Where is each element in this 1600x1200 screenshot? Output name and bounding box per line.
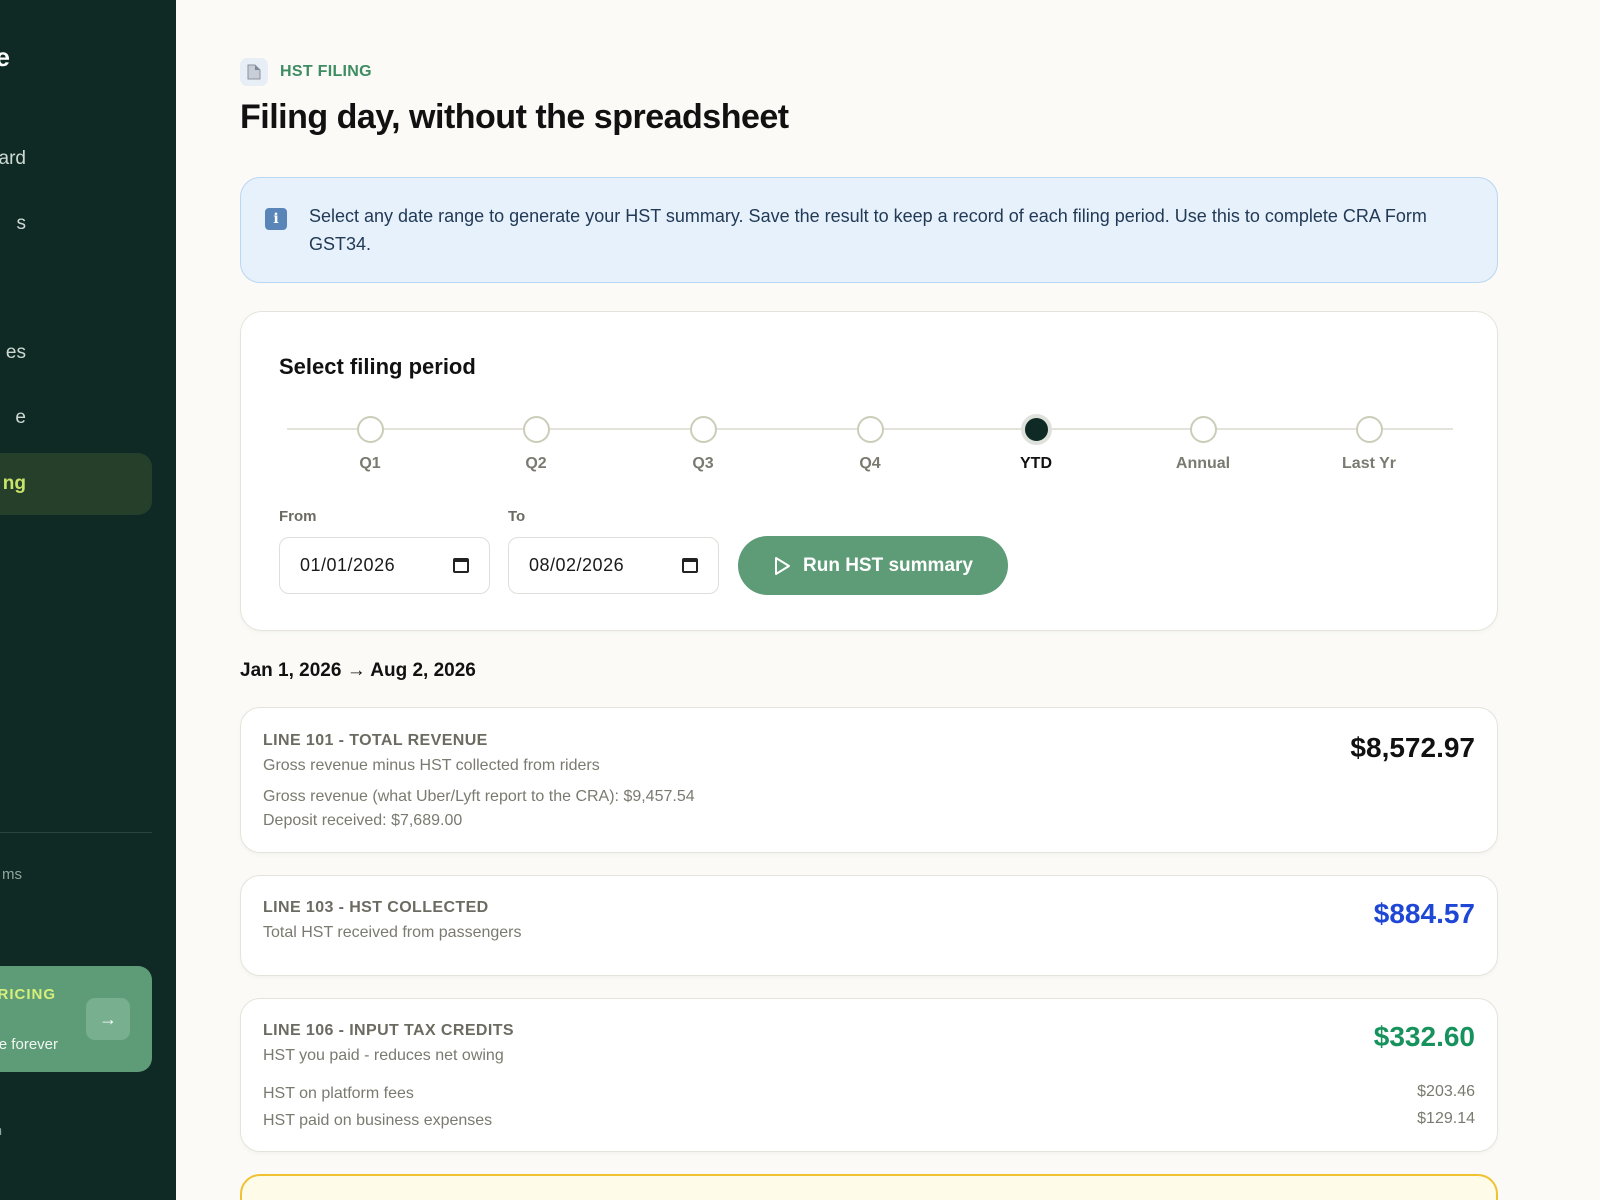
line-101-gross-revenue: Gross revenue (what Uber/Lyft report to … bbox=[263, 788, 695, 805]
run-button-label: Run HST summary bbox=[803, 554, 973, 576]
line-101-amount: $8,572.97 bbox=[1350, 732, 1475, 763]
page-eyebrow: HST FILING bbox=[240, 57, 372, 87]
line-103-card: LINE 103 - HST COLLECTED Total HST recei… bbox=[240, 875, 1498, 976]
sidebar-item-dashboard[interactable]: ard bbox=[0, 128, 152, 190]
period-step-q2[interactable]: Q2 bbox=[486, 412, 586, 473]
from-date-value: 01/01/2026 bbox=[300, 555, 396, 575]
play-icon bbox=[773, 556, 791, 576]
info-icon: i bbox=[265, 208, 287, 230]
to-date-input[interactable]: 08/02/2026 bbox=[508, 537, 719, 594]
line-101-deposit: Deposit received: $7,689.00 bbox=[263, 812, 463, 829]
net-tax-card bbox=[240, 1174, 1498, 1200]
step-dot[interactable] bbox=[356, 416, 384, 443]
filing-period-card: Select filing period Q1 Q2 Q3 Q4 YTD Ann… bbox=[240, 311, 1498, 631]
from-date-input[interactable]: 01/01/2026 bbox=[279, 537, 490, 594]
calendar-icon[interactable] bbox=[453, 558, 469, 573]
period-step-q4[interactable]: Q4 bbox=[820, 412, 920, 473]
sidebar-item-trips[interactable]: s bbox=[0, 193, 152, 255]
period-step-last-year[interactable]: Last Yr bbox=[1319, 412, 1419, 473]
eyebrow-label: HST FILING bbox=[280, 63, 372, 80]
period-step-q1[interactable]: Q1 bbox=[320, 412, 420, 473]
sidebar: e ard s es e ng ms G PRICING w ice forev… bbox=[0, 0, 176, 1200]
line-101-title: LINE 101 - TOTAL REVENUE bbox=[263, 732, 488, 749]
period-stepper: Q1 Q2 Q3 Q4 YTD Annual Last Yr bbox=[287, 412, 1453, 492]
sidebar-item-label: s bbox=[16, 213, 27, 234]
itc-row-value: $129.14 bbox=[1417, 1110, 1475, 1127]
period-step-annual[interactable]: Annual bbox=[1153, 412, 1253, 473]
line-101-subtitle: Gross revenue minus HST collected from r… bbox=[263, 757, 600, 774]
period-title: Select filing period bbox=[279, 354, 476, 379]
sidebar-item-income[interactable]: e bbox=[0, 387, 152, 449]
document-icon bbox=[240, 58, 268, 86]
period-step-q3[interactable]: Q3 bbox=[653, 412, 753, 473]
selected-date-range: Jan 1, 2026 → Aug 2, 2026 bbox=[240, 660, 476, 681]
to-label: To bbox=[508, 508, 526, 525]
step-dot[interactable] bbox=[522, 416, 550, 443]
sidebar-brand: e bbox=[0, 42, 10, 72]
step-label: Annual bbox=[1175, 455, 1231, 472]
sidebar-item-label: ng bbox=[2, 473, 26, 494]
promo-tag: G PRICING bbox=[0, 986, 56, 1003]
step-dot[interactable] bbox=[1189, 416, 1217, 443]
arrow-right-icon[interactable]: → bbox=[86, 998, 130, 1040]
promo-subtitle: ice forever bbox=[0, 1036, 58, 1053]
itc-row-label: HST on platform fees bbox=[263, 1085, 414, 1102]
sidebar-item-hst-filing[interactable]: ng bbox=[0, 453, 152, 515]
from-label: From bbox=[279, 508, 317, 525]
step-dot[interactable] bbox=[689, 416, 717, 443]
line-101-card: LINE 101 - TOTAL REVENUE Gross revenue m… bbox=[240, 707, 1498, 853]
period-step-ytd[interactable]: YTD bbox=[986, 412, 1086, 473]
itc-row-label: HST paid on business expenses bbox=[263, 1112, 493, 1129]
sidebar-item-expenses[interactable]: es bbox=[0, 322, 152, 384]
to-date-value: 08/02/2026 bbox=[529, 555, 625, 575]
page-title: Filing day, without the spreadsheet bbox=[240, 98, 789, 136]
pricing-promo-card[interactable]: G PRICING w ice forever → bbox=[0, 966, 152, 1072]
calendar-icon[interactable] bbox=[682, 558, 698, 573]
line-106-amount: $332.60 bbox=[1373, 1021, 1475, 1052]
step-label: Last Yr bbox=[1342, 455, 1396, 472]
step-dot[interactable] bbox=[1020, 414, 1052, 445]
line-106-title: LINE 106 - INPUT TAX CREDITS bbox=[263, 1022, 514, 1039]
step-label: Q4 bbox=[859, 455, 881, 472]
line-103-amount: $884.57 bbox=[1373, 898, 1475, 929]
sidebar-bottom-link[interactable]: n bbox=[0, 1122, 2, 1138]
step-label: Q2 bbox=[525, 455, 547, 472]
line-103-subtitle: Total HST received from passengers bbox=[263, 924, 522, 941]
itc-row-value: $203.46 bbox=[1417, 1083, 1475, 1100]
run-hst-summary-button[interactable]: Run HST summary bbox=[738, 536, 1008, 595]
step-label: YTD bbox=[1020, 455, 1052, 472]
step-dot[interactable] bbox=[856, 416, 884, 443]
sidebar-divider bbox=[0, 832, 152, 833]
line-106-subtitle: HST you paid - reduces net owing bbox=[263, 1047, 504, 1064]
step-label: Q3 bbox=[692, 455, 714, 472]
info-text: Select any date range to generate your H… bbox=[309, 206, 1427, 254]
step-label: Q1 bbox=[359, 455, 381, 472]
sidebar-item-label: e bbox=[15, 407, 26, 428]
sidebar-item-label: ard bbox=[0, 148, 26, 169]
line-106-card: LINE 106 - INPUT TAX CREDITS HST you pai… bbox=[240, 998, 1498, 1152]
sidebar-item-label: es bbox=[5, 342, 26, 363]
info-banner: i Select any date range to generate your… bbox=[240, 177, 1498, 283]
sidebar-link-terms[interactable]: ms bbox=[2, 866, 22, 883]
line-103-title: LINE 103 - HST COLLECTED bbox=[263, 899, 489, 916]
step-dot[interactable] bbox=[1355, 416, 1383, 443]
